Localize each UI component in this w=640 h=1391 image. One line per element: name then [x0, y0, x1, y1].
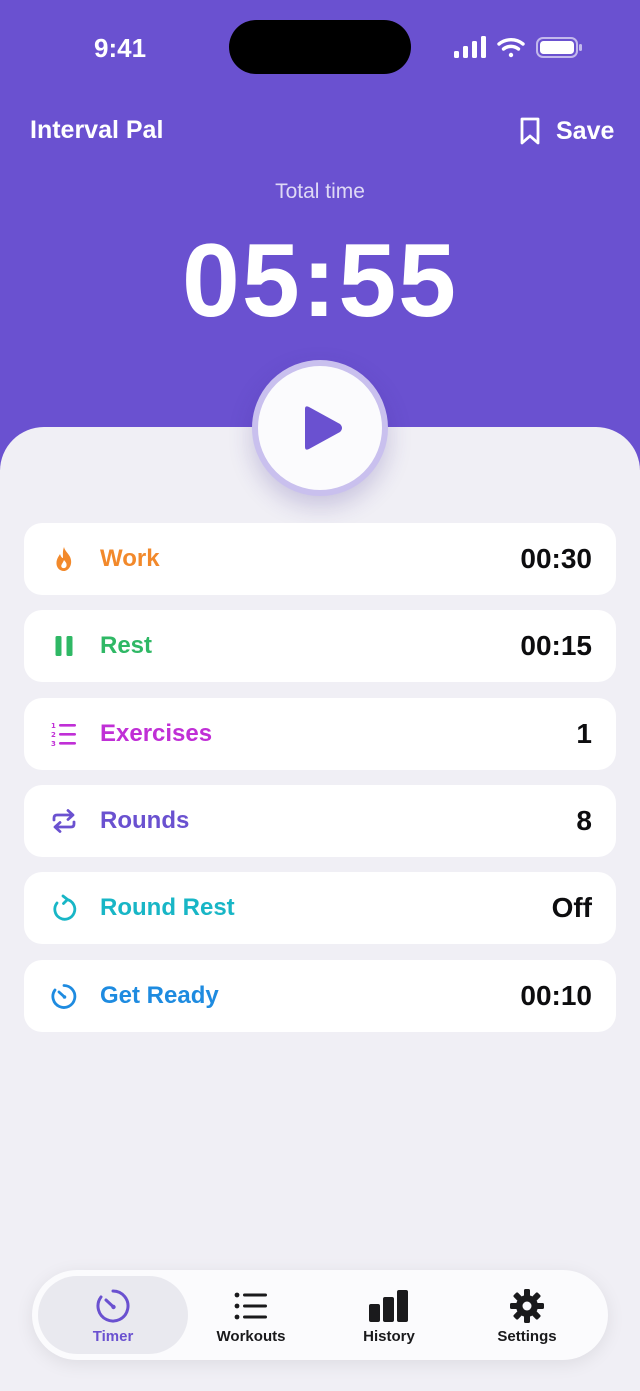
status-time: 9:41	[94, 33, 147, 63]
setting-value: 00:15	[520, 630, 592, 661]
refresh-icon	[53, 894, 77, 921]
setting-label: Round Rest	[100, 894, 235, 921]
pause-icon	[55, 636, 73, 656]
tab-bar: Timer Workouts History Settings	[32, 1270, 608, 1360]
bookmark-icon	[520, 117, 540, 145]
stopwatch-icon	[51, 984, 77, 1009]
svg-text:2: 2	[51, 731, 56, 739]
tab-label: Workouts	[216, 1328, 286, 1345]
save-button[interactable]: Save	[518, 114, 614, 148]
total-time-label: Total time	[275, 180, 365, 203]
svg-text:3: 3	[51, 740, 56, 748]
status-icons	[454, 36, 582, 58]
tab-label: History	[363, 1328, 415, 1345]
tab-label: Timer	[92, 1328, 134, 1345]
bar-chart-icon	[369, 1290, 408, 1322]
numbered-list-icon: 1 2 3	[51, 722, 76, 748]
setting-row-get-ready[interactable]: Get Ready 00:10	[24, 960, 616, 1032]
setting-value: 8	[576, 805, 592, 836]
total-time-value: 05:55	[182, 223, 458, 339]
setting-label: Rounds	[100, 807, 190, 834]
gear-icon	[510, 1289, 544, 1323]
repeat-icon	[52, 809, 76, 833]
dynamic-island	[229, 20, 411, 74]
setting-row-rest[interactable]: Rest 00:15	[24, 610, 616, 682]
setting-value: 00:10	[520, 980, 592, 1011]
setting-row-work[interactable]: Work 00:30	[24, 523, 616, 595]
save-label: Save	[556, 116, 615, 145]
timer-icon	[96, 1289, 130, 1323]
tab-settings[interactable]: Settings	[452, 1276, 602, 1354]
flame-icon	[56, 547, 72, 571]
tab-timer[interactable]: Timer	[38, 1276, 188, 1354]
svg-text:1: 1	[51, 722, 56, 730]
setting-value: Off	[551, 892, 592, 923]
app-title: Interval Pal	[30, 116, 164, 144]
setting-label: Work	[100, 545, 160, 572]
setting-value: 00:30	[520, 543, 592, 574]
setting-row-rounds[interactable]: Rounds 8	[24, 785, 616, 857]
setting-row-round-rest[interactable]: Round Rest Off	[24, 872, 616, 944]
setting-value: 1	[576, 718, 592, 749]
signal-icon	[454, 36, 486, 58]
wifi-icon	[497, 38, 525, 58]
status-bar: 9:41	[0, 0, 640, 95]
play-icon	[305, 406, 342, 450]
tab-label: Settings	[497, 1328, 557, 1345]
tab-workouts[interactable]: Workouts	[176, 1276, 326, 1354]
setting-row-exercises[interactable]: 1 2 3 Exercises 1	[24, 698, 616, 770]
setting-label: Get Ready	[100, 982, 219, 1009]
play-button[interactable]	[252, 360, 388, 496]
battery-icon	[536, 37, 582, 58]
tab-history[interactable]: History	[314, 1276, 464, 1354]
list-icon	[234, 1292, 267, 1320]
setting-label: Rest	[100, 632, 153, 659]
setting-label: Exercises	[100, 720, 213, 747]
